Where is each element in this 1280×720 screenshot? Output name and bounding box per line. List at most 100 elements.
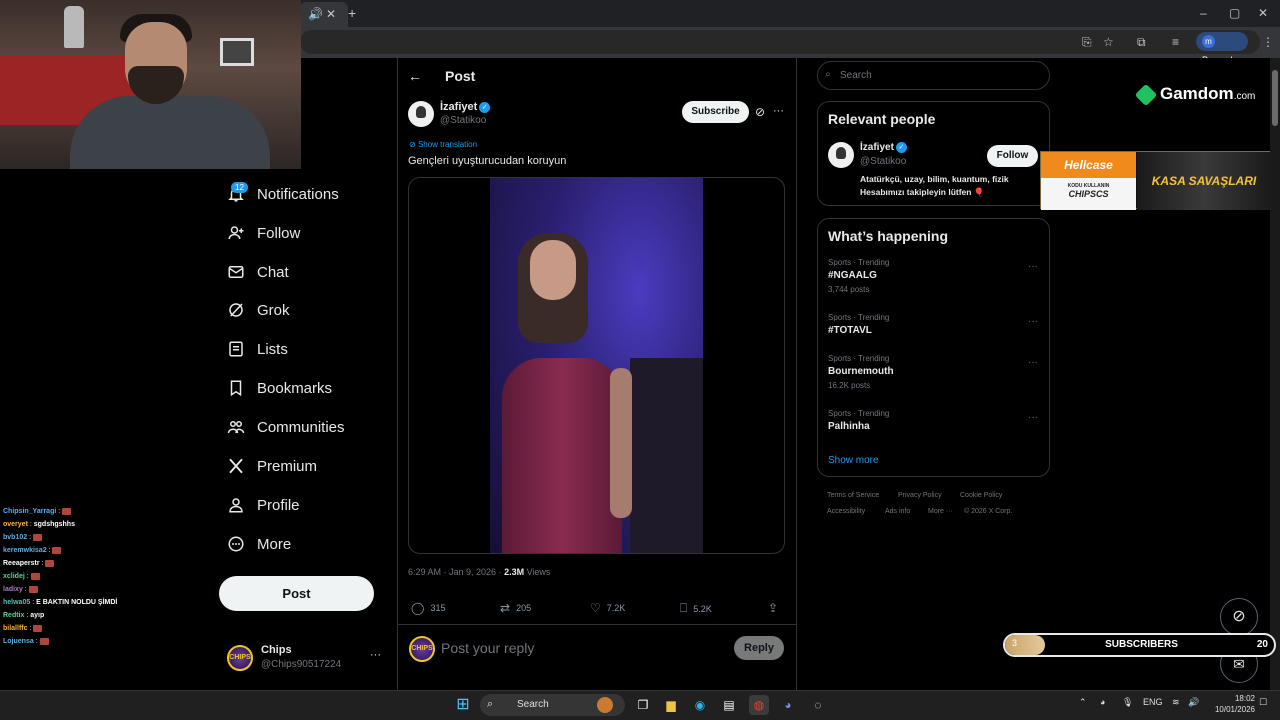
notifications-center-icon[interactable]: ☐ — [1259, 697, 1267, 708]
repost-action[interactable]: ⇄ 205 — [500, 601, 531, 615]
footer-accessibility-link[interactable]: Accessibility — [827, 508, 865, 515]
show-translation-link[interactable]: ⊘ Show translation — [409, 140, 477, 149]
chat-username[interactable]: keremwkisa2 — [3, 547, 47, 554]
chat-username[interactable]: Lojuensa — [3, 638, 34, 645]
back-arrow-icon[interactable]: ← — [408, 68, 422, 84]
trend-category: Sports · Trending — [828, 354, 890, 363]
chat-username[interactable]: helwa05 — [3, 599, 30, 606]
nav-follow[interactable]: Follow — [227, 221, 300, 245]
speaker-icon[interactable]: 🔊 — [308, 7, 323, 21]
compose-post-button[interactable]: Post — [219, 576, 374, 611]
reading-list-icon[interactable]: ≡ — [1172, 35, 1179, 49]
trend-item[interactable]: Sports · Trending #TOTAVL ··· — [828, 313, 1038, 336]
reply-input[interactable]: Post your reply — [441, 640, 534, 656]
volume-icon[interactable]: 🔊 — [1188, 697, 1199, 708]
windows-start-icon[interactable]: ⊞ — [453, 695, 473, 715]
relevant-person-avatar[interactable] — [828, 142, 854, 168]
new-tab-icon[interactable]: + — [348, 6, 356, 20]
author-name-row[interactable]: İzafiyet ✓ — [440, 101, 491, 113]
search-icon: ⌕ — [825, 69, 831, 80]
reply-action[interactable]: ◯ 315 — [411, 601, 445, 615]
chat-username[interactable]: Redtix — [3, 612, 24, 619]
post-more-icon[interactable]: ··· — [773, 105, 784, 117]
footer-terms-link[interactable]: Terms of Service — [827, 492, 879, 499]
chrome-icon[interactable]: ◍ — [749, 695, 769, 715]
address-bar[interactable] — [300, 30, 1260, 54]
edge-icon[interactable]: ◉ — [690, 695, 710, 715]
nav-lists[interactable]: Lists — [227, 337, 288, 361]
language-indicator[interactable]: ENG — [1143, 697, 1163, 707]
post-video[interactable] — [408, 177, 785, 554]
grok-explain-icon[interactable]: ⊘ — [755, 105, 765, 119]
like-action[interactable]: ♡ 7.2K — [590, 601, 625, 615]
nav-grok[interactable]: Grok — [227, 298, 290, 322]
minimize-icon[interactable]: – — [1200, 6, 1207, 20]
bookmark-action[interactable]: ⎕ 5.2K — [680, 601, 712, 616]
trend-more-icon[interactable]: ··· — [1028, 412, 1038, 423]
share-action[interactable]: ⇪ — [768, 601, 784, 615]
profile-button[interactable]: mPaused — [1196, 32, 1248, 65]
task-view-icon[interactable]: ❐ — [633, 695, 653, 715]
bookmark-count: 5.2K — [693, 603, 712, 614]
nav-profile[interactable]: Profile — [227, 493, 300, 517]
footer-more-link[interactable]: More ··· — [928, 508, 953, 515]
chat-username[interactable]: Reeaperstr — [3, 560, 40, 567]
author-handle[interactable]: @Statikoo — [440, 115, 486, 126]
nav-bookmarks[interactable]: Bookmarks — [227, 376, 332, 400]
video-frame[interactable] — [490, 178, 703, 553]
scrollbar-thumb[interactable] — [1272, 70, 1278, 126]
webcam-overlay — [0, 0, 301, 169]
wifi-icon[interactable]: ≋ — [1172, 697, 1180, 708]
nav-chat[interactable]: Chat — [227, 260, 289, 284]
app-icon[interactable]: ◌ — [808, 695, 828, 715]
taskbar-clock[interactable]: 18:02 10/01/2026 — [1205, 693, 1255, 715]
maximize-icon[interactable]: ▢ — [1229, 6, 1240, 20]
discord-tray-icon[interactable]: ◕ — [1100, 697, 1105, 707]
nav-premium[interactable]: Premium — [227, 454, 317, 478]
author-avatar[interactable] — [408, 101, 434, 127]
account-more-icon[interactable]: ··· — [370, 649, 381, 661]
relevant-person-handle[interactable]: @Statikoo — [860, 156, 906, 167]
browser-tab-active[interactable]: 🔊 ✕ — [300, 2, 348, 27]
trend-more-icon[interactable]: ··· — [1028, 316, 1038, 327]
footer-ads-link[interactable]: Ads info — [885, 508, 910, 515]
file-explorer-icon[interactable]: ▆ — [661, 695, 681, 715]
store-icon[interactable]: ▤ — [719, 695, 739, 715]
chat-username[interactable]: bilallffc — [3, 625, 28, 632]
grok-floating-button[interactable]: ⊘ — [1220, 598, 1258, 636]
window-close-icon[interactable]: ✕ — [1258, 6, 1268, 20]
star-icon[interactable]: ☆ — [1103, 35, 1114, 49]
chat-username[interactable]: Chipsin_Yarragi — [3, 508, 56, 515]
show-more-link[interactable]: Show more — [828, 455, 879, 466]
chat-username[interactable]: bvb102 — [3, 534, 27, 541]
close-tab-icon[interactable]: ✕ — [326, 7, 336, 21]
search-input[interactable]: Search — [817, 61, 1050, 90]
nav-more[interactable]: More — [227, 532, 291, 556]
menu-icon[interactable]: ⋮ — [1262, 35, 1274, 49]
chat-username[interactable]: xclidej — [3, 573, 25, 580]
trend-item[interactable]: Sports · Trending Bournemouth 16.2K post… — [828, 354, 1038, 390]
trend-item[interactable]: Sports · Trending Palhinha ··· — [828, 409, 1038, 432]
microphone-icon[interactable]: 🎙 — [1122, 697, 1133, 708]
relevant-person-name-row[interactable]: İzafiyet ✓ — [860, 142, 907, 153]
install-app-icon[interactable]: ⎘ — [1082, 35, 1092, 49]
trend-more-icon[interactable]: ··· — [1028, 261, 1038, 272]
nav-communities[interactable]: Communities — [227, 415, 345, 439]
tray-overflow-icon[interactable]: ⌃ — [1079, 697, 1087, 708]
trend-item[interactable]: Sports · Trending #NGAALG 3,744 posts ··… — [828, 258, 1038, 294]
chat-username[interactable]: ladixy — [3, 586, 23, 593]
footer-privacy-link[interactable]: Privacy Policy — [898, 492, 942, 499]
extensions-icon[interactable]: ⧉ — [1137, 35, 1146, 49]
subscribe-button[interactable]: Subscribe — [682, 101, 749, 123]
x-logo-icon — [229, 458, 243, 474]
page-scrollbar[interactable] — [1270, 58, 1280, 690]
gamdom-name: Gamdom — [1160, 84, 1234, 103]
person-plus-icon — [228, 226, 244, 240]
chat-username[interactable]: overyet — [3, 521, 28, 528]
footer-cookie-link[interactable]: Cookie Policy — [960, 492, 1002, 499]
follow-button[interactable]: Follow — [987, 145, 1038, 167]
trend-more-icon[interactable]: ··· — [1028, 357, 1038, 368]
reply-button[interactable]: Reply — [734, 636, 784, 660]
account-switcher[interactable]: CHIPS Chips @Chips90517224 ··· — [227, 643, 387, 673]
discord-icon[interactable]: ◕ — [778, 695, 798, 715]
